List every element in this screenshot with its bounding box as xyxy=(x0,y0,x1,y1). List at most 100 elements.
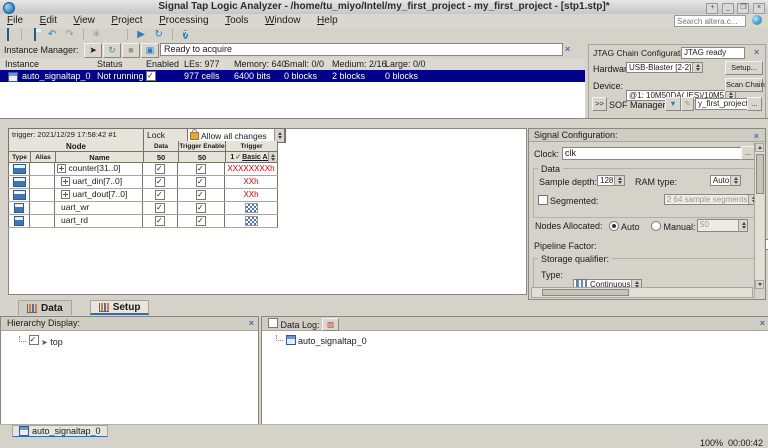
dont-care-pattern-icon[interactable] xyxy=(225,202,278,214)
col-instance[interactable]: Instance xyxy=(5,59,39,69)
data-enable-checkbox[interactable] xyxy=(143,163,178,175)
ram-type-select[interactable]: Auto xyxy=(710,175,741,186)
col-enabled[interactable]: Enabled xyxy=(146,59,179,69)
instance-manager-close-icon[interactable]: × xyxy=(565,44,570,54)
data-log-checkbox[interactable] xyxy=(268,320,278,330)
signal-row-uart-din[interactable]: uart_din[7..0] XXh xyxy=(8,176,278,189)
data-log-close-icon[interactable]: × xyxy=(760,318,765,328)
trigger-condition-value[interactable]: XXh xyxy=(225,189,278,201)
col-les[interactable]: LEs: 977 xyxy=(184,59,220,69)
tab-data[interactable]: Data xyxy=(18,300,72,315)
col-large[interactable]: Large: 0/0 xyxy=(385,59,426,69)
menu-view[interactable]: View xyxy=(66,14,102,26)
title-bar[interactable]: Signal Tap Logic Analyzer - /home/tu_miy… xyxy=(0,0,768,15)
tab-setup[interactable]: Setup xyxy=(90,300,150,315)
scroll-up-icon[interactable] xyxy=(755,143,764,152)
view-tabs: Data Setup xyxy=(18,300,149,315)
run-selected-instance-icon[interactable]: ➤ xyxy=(84,43,102,58)
main-toolbar: ↶ ↷ ✳ ▶ ↻ ? xyxy=(0,28,768,43)
trigger-condition-value[interactable]: XXXXXXXXh xyxy=(225,163,278,175)
data-enable-checkbox[interactable] xyxy=(143,189,178,201)
hierarchy-root-label[interactable]: top xyxy=(50,337,63,347)
report-window-icon[interactable] xyxy=(1,29,14,41)
menu-tools[interactable]: Tools xyxy=(218,14,255,26)
instance-row[interactable]: auto_signaltap_0 Not running 977 cells 6… xyxy=(0,70,585,82)
signal-tap-window: Signal Tap Logic Analyzer - /home/tu_miy… xyxy=(0,0,768,448)
sof-browse-button[interactable]: ... xyxy=(747,97,762,111)
trigger-enable-checkbox[interactable] xyxy=(178,176,225,188)
data-log-sort-icon[interactable]: ▥ xyxy=(322,318,339,331)
search-input[interactable] xyxy=(674,15,746,27)
autorun-analysis-icon[interactable]: ↻ xyxy=(152,29,165,41)
undo-icon[interactable]: ↶ xyxy=(46,29,59,41)
shade-button[interactable]: + xyxy=(706,3,718,14)
col-memory[interactable]: Memory: 640 xyxy=(234,59,287,69)
status-bar: 100% 00:00:42 xyxy=(0,437,768,448)
help-icon[interactable]: ? xyxy=(179,29,192,41)
jtag-close-icon[interactable]: × xyxy=(754,47,759,57)
menu-help[interactable]: Help xyxy=(310,14,345,26)
scroll-down-icon[interactable] xyxy=(755,280,764,289)
maximize-button[interactable]: ❐ xyxy=(737,3,749,14)
trigger-condition-select[interactable]: 1 ✓ Basic AN xyxy=(225,152,278,163)
expand-icon[interactable] xyxy=(61,177,70,186)
trigger-enable-checkbox[interactable] xyxy=(178,202,225,214)
col-small[interactable]: Small: 0/0 xyxy=(284,59,324,69)
dont-care-pattern-icon[interactable] xyxy=(225,215,278,227)
sample-depth-select[interactable]: 128 xyxy=(597,175,625,186)
signal-config-hscrollbar[interactable] xyxy=(531,287,753,298)
hierarchy-close-icon[interactable]: × xyxy=(249,318,254,328)
data-enable-checkbox[interactable] xyxy=(143,202,178,214)
hardware-select[interactable]: USB-Blaster [2-2] xyxy=(626,62,703,73)
signal-config-close-icon[interactable]: × xyxy=(754,131,759,141)
data-log-root-label[interactable]: auto_signaltap_0 xyxy=(298,336,367,346)
data-enable-checkbox[interactable] xyxy=(143,176,178,188)
clock-field[interactable]: clk xyxy=(562,147,744,160)
signal-row-uart-wr[interactable]: uart_wr xyxy=(8,202,278,215)
trigger-enable-checkbox[interactable] xyxy=(178,163,225,175)
col-status[interactable]: Status xyxy=(97,59,123,69)
clock-browse-button[interactable]: ... xyxy=(741,146,755,160)
trigger-condition-value[interactable]: XXh xyxy=(225,176,278,188)
stop-instance-icon[interactable]: ■ xyxy=(122,43,140,58)
close-button[interactable]: × xyxy=(753,3,765,14)
bus-icon xyxy=(8,176,30,188)
menu-window[interactable]: Window xyxy=(258,14,308,26)
trigger-enable-checkbox[interactable] xyxy=(178,189,225,201)
menu-project[interactable]: Project xyxy=(104,14,149,26)
signal-row-counter[interactable]: counter[31..0] XXXXXXXXh xyxy=(8,163,278,176)
attach-sof-icon[interactable]: ✎ xyxy=(681,97,694,111)
signal-row-uart-dout[interactable]: uart_dout[7..0] XXh xyxy=(8,189,278,202)
signal-config-vscrollbar[interactable] xyxy=(754,143,764,289)
expand-icon[interactable] xyxy=(57,164,66,173)
scan-chain-button[interactable]: Scan Chain xyxy=(725,78,763,92)
trigger-enable-checkbox[interactable] xyxy=(178,215,225,227)
elapsed-time: 00:00:42 xyxy=(728,438,763,448)
data-enable-checkbox[interactable] xyxy=(143,215,178,227)
menu-processing[interactable]: Processing xyxy=(152,14,215,26)
segmented-checkbox[interactable] xyxy=(538,195,548,207)
setup-button[interactable]: Setup... xyxy=(725,61,763,75)
hierarchy-tree: ➤ top xyxy=(1,331,258,347)
save-icon[interactable] xyxy=(28,29,41,41)
program-device-icon[interactable]: ▼ xyxy=(665,97,681,111)
auto-radio[interactable]: Auto xyxy=(609,221,640,232)
redo-icon[interactable]: ↷ xyxy=(63,29,76,41)
run-analysis-icon[interactable]: ▶ xyxy=(135,29,148,41)
sof-file-field[interactable]: y_first_project.sof xyxy=(695,98,749,110)
find-icon[interactable] xyxy=(108,29,121,41)
minimize-button[interactable]: _ xyxy=(722,3,734,14)
insert-node-icon[interactable]: ✳ xyxy=(90,29,103,41)
col-medium[interactable]: Medium: 2/16 xyxy=(332,59,387,69)
condition-check-icon: ✓ xyxy=(235,152,241,163)
read-data-icon[interactable]: ▣ xyxy=(141,43,159,58)
hierarchy-root-checkbox[interactable] xyxy=(29,337,39,347)
signal-row-uart-rd[interactable]: uart_rd xyxy=(8,215,278,228)
expand-sof-button[interactable]: >> xyxy=(592,97,607,111)
autorun-instance-icon[interactable]: ↻ xyxy=(103,43,121,58)
expand-icon[interactable] xyxy=(61,190,70,199)
manual-radio[interactable]: Manual: xyxy=(651,221,696,232)
jtag-title: JTAG Chain Configuration: xyxy=(593,48,694,58)
menu-edit[interactable]: Edit xyxy=(33,14,64,26)
menu-file[interactable]: File xyxy=(0,14,30,26)
